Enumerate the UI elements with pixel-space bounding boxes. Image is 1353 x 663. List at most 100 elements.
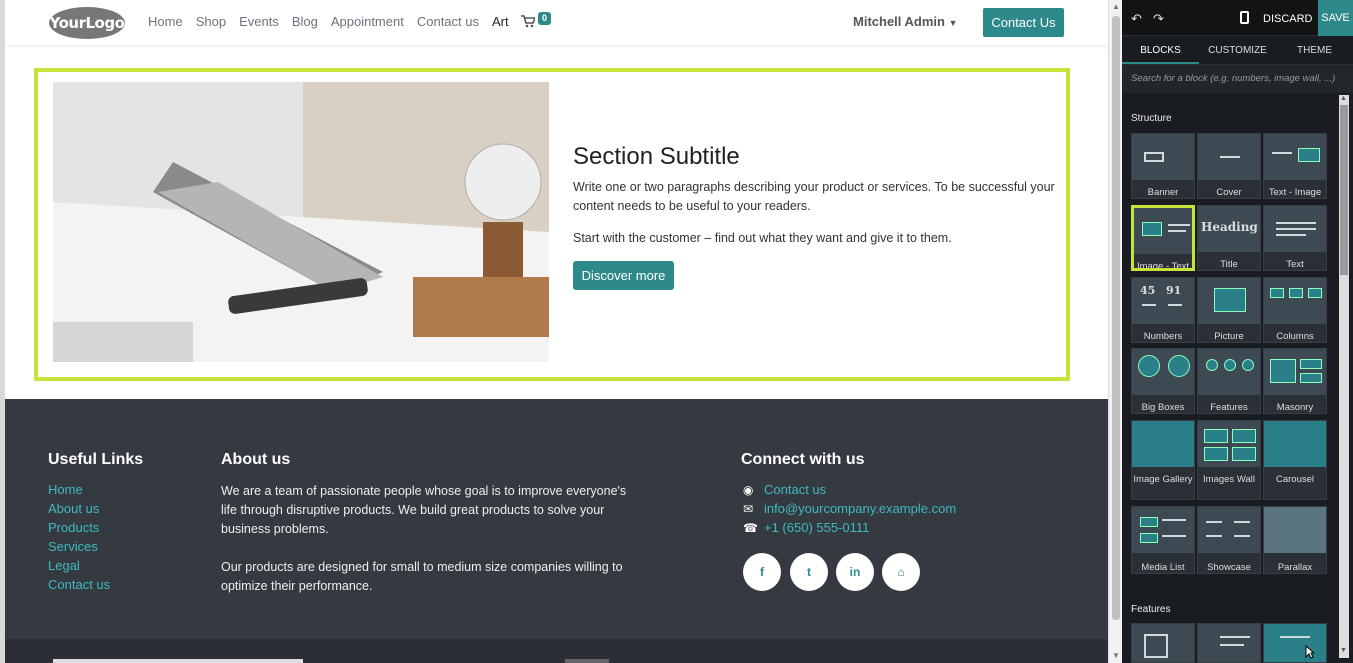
twitter-icon[interactable]: t (790, 553, 828, 591)
nav-art[interactable]: Art (492, 14, 509, 29)
thumb-shape (1224, 359, 1236, 371)
thumb-shape (1168, 304, 1182, 306)
header-contact-button[interactable]: Contact Us (983, 8, 1064, 37)
block-tile-partial-1[interactable] (1131, 623, 1195, 663)
panel-scrollbar[interactable]: ▲ ▼ (1339, 95, 1349, 658)
envelope-icon: ✉ (743, 501, 754, 516)
thumb-shape (1242, 359, 1254, 371)
footer-link-home[interactable]: Home (48, 482, 110, 498)
footer-link-legal[interactable]: Legal (48, 558, 110, 574)
thumb-shape (1206, 535, 1222, 537)
laptop-desk-image (53, 82, 549, 362)
undo-icon[interactable]: ↶ (1131, 11, 1142, 27)
scrollbar-thumb[interactable] (1112, 16, 1120, 620)
block-tile-label: Banner (1147, 187, 1179, 198)
nav-shop[interactable]: Shop (196, 14, 226, 29)
facebook-icon[interactable]: f (743, 553, 781, 591)
footer-link-about[interactable]: About us (48, 501, 110, 517)
thumb-shape (1162, 519, 1186, 521)
tab-theme[interactable]: THEME (1276, 36, 1353, 64)
connect-email-row[interactable]: ✉ info@yourcompany.example.com (743, 501, 956, 516)
block-tile-picture[interactable]: Picture (1197, 277, 1261, 343)
block-tile-label: Showcase (1207, 562, 1251, 573)
block-tile-text[interactable]: Text (1263, 205, 1327, 271)
about-title: About us (221, 451, 291, 468)
thumb-shape (1204, 429, 1228, 443)
block-thumb (1264, 624, 1326, 662)
nav-home[interactable]: Home (148, 14, 183, 29)
block-tile-partial-2[interactable] (1197, 623, 1261, 663)
block-tile-partial-3[interactable] (1263, 623, 1327, 663)
tab-customize[interactable]: CUSTOMIZE (1199, 36, 1276, 64)
block-tile-banner[interactable]: Banner (1131, 133, 1195, 199)
thumb-shape (1168, 224, 1190, 226)
block-tile-columns[interactable]: Columns (1263, 277, 1327, 343)
connect-contact-row[interactable]: ◉ Contact us (743, 482, 826, 497)
phone-icon: ☎ (743, 520, 758, 535)
section-paragraph-2: Start with the customer – find out what … (573, 231, 952, 245)
block-thumb (1198, 134, 1260, 180)
block-tile-numbers[interactable]: 45 91 Numbers (1131, 277, 1195, 343)
image-text-section[interactable]: Section Subtitle Write one or two paragr… (34, 68, 1070, 381)
thumb-shape (1270, 288, 1284, 298)
block-tile-label: Title (1220, 259, 1238, 270)
thumb-shape (1220, 156, 1240, 158)
site-logo[interactable]: YourLogo (49, 7, 125, 39)
connect-email-link[interactable]: info@yourcompany.example.com (764, 501, 956, 516)
cart-icon[interactable] (521, 15, 535, 28)
block-tile-cover[interactable]: Cover (1197, 133, 1261, 199)
tab-blocks[interactable]: BLOCKS (1122, 36, 1199, 64)
block-tile-big-boxes[interactable]: Big Boxes (1131, 348, 1195, 414)
block-thumb (1198, 278, 1260, 324)
footer-link-contact[interactable]: Contact us (48, 577, 110, 593)
block-search-input[interactable]: Search for a block (e.g. numbers, image … (1122, 65, 1353, 93)
scroll-down-icon[interactable]: ▼ (1112, 651, 1120, 660)
footer-link-services[interactable]: Services (48, 539, 110, 555)
thumb-shape (1142, 222, 1162, 236)
nav-contact-us[interactable]: Contact us (417, 14, 479, 29)
block-tile-features[interactable]: Features (1197, 348, 1261, 414)
thumb-shape (1270, 359, 1296, 383)
block-tile-masonry[interactable]: Masonry (1263, 348, 1327, 414)
block-tile-image-gallery[interactable]: Image Gallery (1131, 420, 1195, 500)
redo-icon[interactable]: ↷ (1153, 11, 1164, 27)
preview-scrollbar[interactable]: ▲ ▼ (1108, 0, 1122, 663)
thumb-shape (1168, 355, 1190, 377)
panel-scrollbar-thumb[interactable] (1340, 105, 1348, 275)
home-icon[interactable]: ⌂ (882, 553, 920, 591)
block-tile-parallax[interactable]: Parallax (1263, 506, 1327, 574)
nav-appointment[interactable]: Appointment (331, 14, 404, 29)
nav-blog[interactable]: Blog (292, 14, 318, 29)
discard-button[interactable]: DISCARD (1263, 13, 1313, 25)
block-tile-images-wall[interactable]: Images Wall (1197, 420, 1261, 500)
thumb-shape (1204, 447, 1228, 461)
footer-link-products[interactable]: Products (48, 520, 110, 536)
panel-scroll-up-icon[interactable]: ▲ (1340, 95, 1347, 102)
block-tile-label: Parallax (1277, 562, 1313, 573)
save-button[interactable]: SAVE (1318, 0, 1353, 36)
thumb-shape (1168, 230, 1186, 232)
page: YourLogo Home Shop Events Blog Appointme… (0, 0, 1353, 663)
chevron-down-icon: ▼ (948, 18, 958, 28)
block-tile-text-image[interactable]: Text - Image (1263, 133, 1327, 199)
block-tile-carousel[interactable]: Carousel (1263, 420, 1327, 500)
user-menu[interactable]: Mitchell Admin ▼ (853, 14, 958, 29)
block-tile-showcase[interactable]: Showcase (1197, 506, 1261, 574)
thumb-shape (1214, 288, 1246, 312)
thumb-shape (1206, 521, 1222, 523)
linkedin-icon[interactable]: in (836, 553, 874, 591)
scroll-up-icon[interactable]: ▲ (1112, 2, 1120, 11)
panel-scroll-down-icon[interactable]: ▼ (1340, 647, 1347, 654)
nav-events[interactable]: Events (239, 14, 279, 29)
block-thumb (1132, 421, 1194, 467)
copyright-text-placeholder (53, 659, 303, 663)
connect-phone-link[interactable]: +1 (650) 555-0111 (764, 520, 869, 535)
block-tile-media-list[interactable]: Media List (1131, 506, 1195, 574)
discover-more-button[interactable]: Discover more (573, 261, 674, 290)
block-tile-title[interactable]: Heading Title (1197, 205, 1261, 271)
block-tile-image-text[interactable]: Image - Text (1131, 205, 1195, 271)
connect-contact-link[interactable]: Contact us (764, 482, 826, 497)
mobile-preview-icon[interactable] (1240, 11, 1249, 24)
thumb-shape (1264, 421, 1326, 467)
connect-phone-row[interactable]: ☎ +1 (650) 555-0111 (743, 520, 869, 535)
